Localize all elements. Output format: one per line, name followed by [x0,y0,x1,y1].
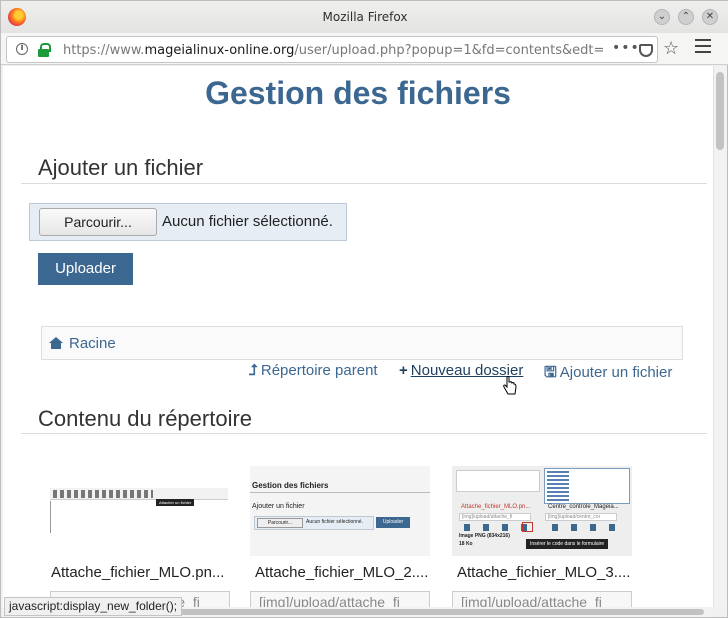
title-bar: Mozilla Firefox ⌄ ⌃ ✕ [1,1,728,33]
file-thumbnail[interactable]: Attacher un fichier [50,466,230,556]
upload-button[interactable]: Uploader [38,253,133,285]
directory-content-heading: Contenu du répertoire [38,406,253,431]
vertical-scrollbar[interactable] [713,66,727,607]
hand-cursor-icon [503,376,517,395]
add-file-heading: Ajouter un fichier [38,155,204,180]
url-bar[interactable]: i https://www.mageialinux-online.org/use… [6,36,658,63]
maximize-button[interactable]: ⌃ [678,9,694,25]
file-code-field[interactable]: [img]/upload/attache_fi [452,591,632,607]
scrollbar-thumb[interactable] [716,72,724,150]
minimize-button[interactable]: ⌄ [654,9,670,25]
pocket-icon[interactable] [639,44,653,57]
home-icon [49,337,63,349]
add-file-link[interactable]: 🖫 Ajouter un fichier [544,362,672,387]
plus-icon: + [399,362,408,379]
url-text[interactable]: https://www.mageialinux-online.org/user/… [63,43,603,58]
navigation-bar: i https://www.mageialinux-online.org/use… [1,33,728,65]
page-title: Gestion des fichiers [205,75,511,111]
close-button[interactable]: ✕ [702,9,718,25]
lock-icon[interactable] [38,43,51,57]
breadcrumb-root-link[interactable]: Racine [69,335,116,352]
page-content: Gestion des fichiers Ajouter un fichier … [3,66,713,607]
status-bar: javascript:display_new_folder(); [4,597,183,616]
divider [21,433,707,434]
info-icon[interactable]: i [16,43,28,55]
file-name: Attache_fichier_MLO_3.... [457,564,631,581]
bookmark-star-icon[interactable]: ☆ [663,38,679,59]
toolbar-icons-preview [53,490,153,498]
browser-window: Mozilla Firefox ⌄ ⌃ ✕ i https://www.mage… [0,0,728,618]
tooltip-preview: Attacher un fichier [156,499,195,506]
file-name: Attache_fichier_MLO.pn... [51,564,225,581]
parent-directory-link[interactable]: ⮥ Répertoire parent [249,362,378,379]
editor-border [50,501,51,533]
file-thumbnail[interactable]: Attache_fichier_MLO.pn... Centre_control… [452,466,632,556]
breadcrumb: Racine [41,326,683,360]
level-up-icon: ⮥ [249,362,258,379]
file-input: Parcourir... Aucun fichier sélectionné. [29,203,347,241]
page-actions-menu-button[interactable]: ••• [612,40,640,56]
file-name: Attache_fichier_MLO_2.... [255,564,429,581]
file-code-field[interactable]: [img]/upload/attache_fi [250,591,430,607]
browse-button[interactable]: Parcourir... [39,208,157,236]
hamburger-menu-icon[interactable] [695,39,711,53]
file-thumbnail[interactable]: Gestion des fichiers Ajouter un fichier … [250,466,430,556]
floppy-disk-icon: 🖫 [544,364,557,381]
no-file-label: Aucun fichier sélectionné. [162,213,333,230]
window-title: Mozilla Firefox [322,10,408,24]
divider [21,183,707,184]
